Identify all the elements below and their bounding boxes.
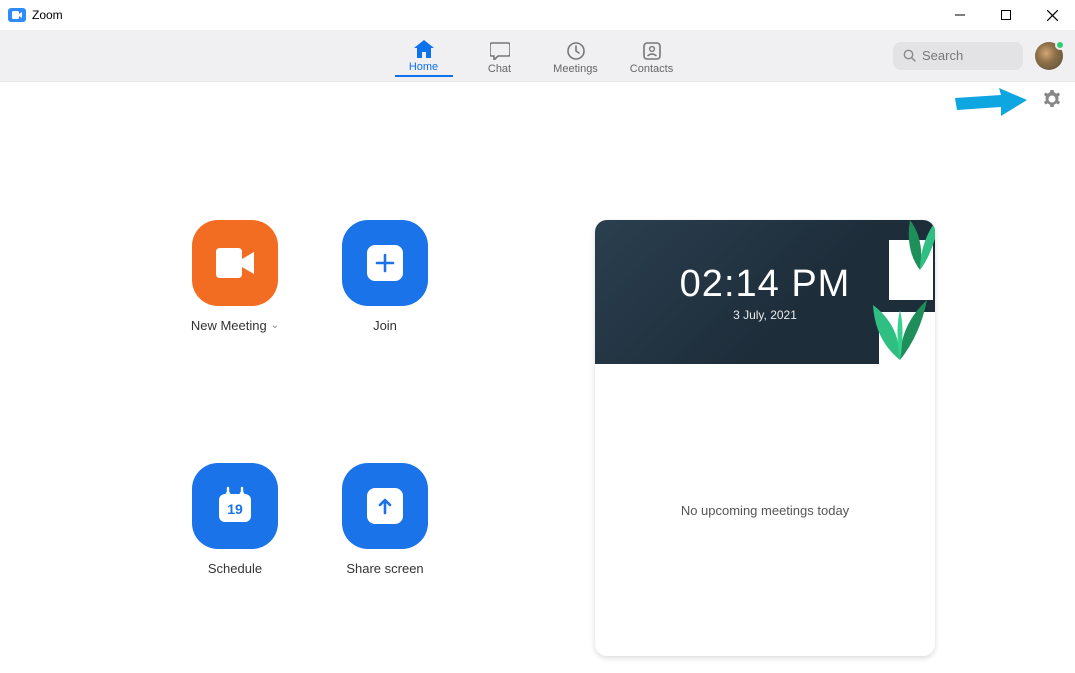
tab-label: Chat <box>488 63 511 75</box>
contacts-icon <box>641 41 663 61</box>
gear-icon <box>1043 90 1061 108</box>
main-content: New Meeting ⌄ Join 19 <box>0 120 1075 656</box>
home-icon <box>413 39 435 59</box>
zoom-app-icon <box>8 8 26 22</box>
tab-chat[interactable]: Chat <box>471 35 529 77</box>
action-label: Share screen <box>346 561 423 576</box>
meetings-panel: 02:14 PM 3 July, 2021 No upcoming meetin… <box>595 220 935 656</box>
chevron-down-icon[interactable]: ⌄ <box>271 320 279 331</box>
close-button[interactable] <box>1029 0 1075 30</box>
plus-icon <box>342 220 428 306</box>
tab-label: Contacts <box>630 63 673 75</box>
plant-decoration-icon <box>895 220 935 280</box>
presence-indicator <box>1055 40 1065 50</box>
action-label: New Meeting ⌄ <box>191 318 279 333</box>
action-label: Join <box>373 318 397 333</box>
plant-decoration-icon <box>865 290 935 364</box>
search-placeholder: Search <box>922 48 963 63</box>
share-arrow-icon <box>342 463 428 549</box>
share-screen-button[interactable]: Share screen <box>310 463 460 656</box>
panel-header: 02:14 PM 3 July, 2021 <box>595 220 935 364</box>
arrow-annotation-icon <box>955 88 1027 116</box>
empty-state-text: No upcoming meetings today <box>681 503 849 518</box>
tab-label: Home <box>409 61 438 73</box>
avatar[interactable] <box>1035 42 1063 70</box>
minimize-icon <box>955 10 965 20</box>
tab-meetings[interactable]: Meetings <box>547 35 605 77</box>
new-meeting-button[interactable]: New Meeting ⌄ <box>160 220 310 413</box>
tab-home[interactable]: Home <box>395 35 453 77</box>
actions-grid: New Meeting ⌄ Join 19 <box>160 220 460 656</box>
close-icon <box>1047 10 1058 21</box>
join-button[interactable]: Join <box>310 220 460 413</box>
schedule-button[interactable]: 19 Schedule <box>160 463 310 656</box>
window-controls <box>937 0 1075 30</box>
nav-tabs: Home Chat Meetings Contacts <box>395 35 681 77</box>
clock-date: 3 July, 2021 <box>733 308 797 322</box>
panel-body: No upcoming meetings today <box>595 364 935 656</box>
window-title: Zoom <box>32 8 63 22</box>
search-input[interactable]: Search <box>893 42 1023 70</box>
maximize-icon <box>1001 10 1011 20</box>
settings-button[interactable] <box>1043 90 1061 113</box>
minimize-button[interactable] <box>937 0 983 30</box>
subheader <box>0 82 1075 120</box>
titlebar: Zoom <box>0 0 1075 30</box>
calendar-icon: 19 <box>192 463 278 549</box>
clock-icon <box>565 41 587 61</box>
action-label: Schedule <box>208 561 262 576</box>
tab-contacts[interactable]: Contacts <box>623 35 681 77</box>
video-icon <box>192 220 278 306</box>
nav-right: Search <box>893 42 1063 70</box>
tab-label: Meetings <box>553 63 598 75</box>
maximize-button[interactable] <box>983 0 1029 30</box>
navbar: Home Chat Meetings Contacts Search <box>0 30 1075 82</box>
search-icon <box>903 49 916 62</box>
chat-icon <box>489 41 511 61</box>
svg-text:19: 19 <box>227 501 243 517</box>
clock-time: 02:14 PM <box>680 263 851 306</box>
